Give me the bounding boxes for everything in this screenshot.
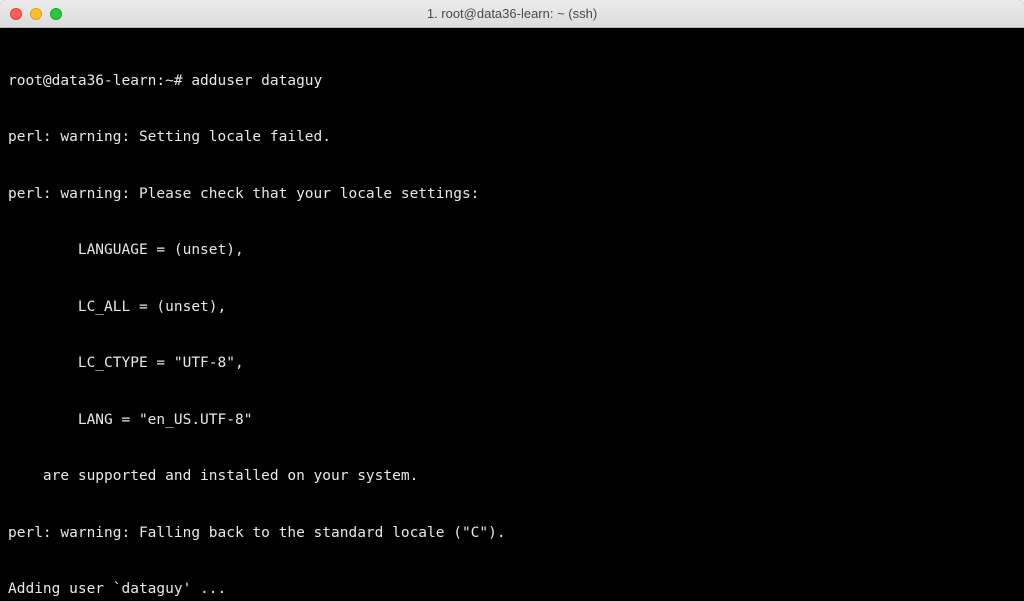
- terminal-line: perl: warning: Please check that your lo…: [8, 185, 1016, 204]
- terminal-line: Adding user `dataguy' ...: [8, 580, 1016, 599]
- terminal-line: are supported and installed on your syst…: [8, 467, 1016, 486]
- terminal-line: LANG = "en_US.UTF-8": [8, 411, 1016, 430]
- maximize-icon[interactable]: [50, 8, 62, 20]
- terminal-line: perl: warning: Falling back to the stand…: [8, 524, 1016, 543]
- traffic-lights: [10, 8, 62, 20]
- terminal-line: root@data36-learn:~# adduser dataguy: [8, 72, 1016, 91]
- terminal-line: LC_CTYPE = "UTF-8",: [8, 354, 1016, 373]
- window-title: 1. root@data36-learn: ~ (ssh): [0, 6, 1024, 21]
- terminal-content[interactable]: root@data36-learn:~# adduser dataguy per…: [0, 28, 1024, 601]
- terminal-line: perl: warning: Setting locale failed.: [8, 128, 1016, 147]
- minimize-icon[interactable]: [30, 8, 42, 20]
- close-icon[interactable]: [10, 8, 22, 20]
- terminal-window: 1. root@data36-learn: ~ (ssh) root@data3…: [0, 0, 1024, 601]
- titlebar[interactable]: 1. root@data36-learn: ~ (ssh): [0, 0, 1024, 28]
- terminal-line: LANGUAGE = (unset),: [8, 241, 1016, 260]
- terminal-line: LC_ALL = (unset),: [8, 298, 1016, 317]
